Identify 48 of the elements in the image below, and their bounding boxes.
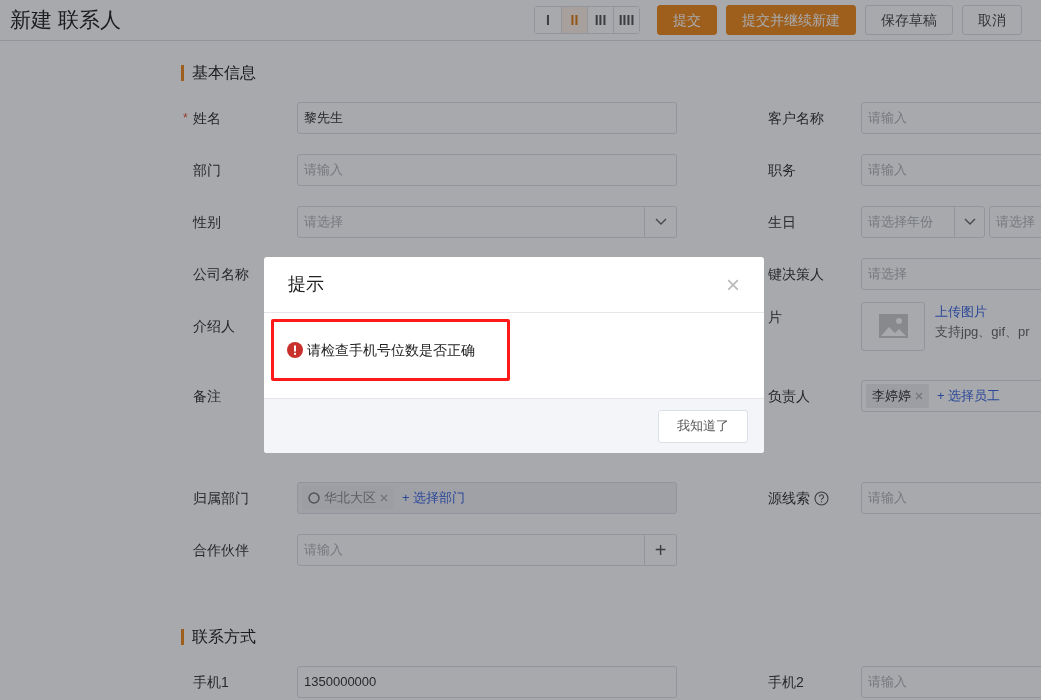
field-label: 职务 xyxy=(768,160,796,180)
error-icon xyxy=(287,342,303,358)
tag-field[interactable]: 李婷婷 + 选择员工 xyxy=(861,380,1041,412)
tag-label: 李婷婷 xyxy=(872,387,911,406)
add-link[interactable]: + 选择员工 xyxy=(937,386,1001,406)
action-button[interactable]: 提交并继续新建 xyxy=(726,5,856,35)
field-label: 合作伙伴 xyxy=(193,540,249,560)
required-mark: * xyxy=(183,110,189,127)
field-label: 性别 xyxy=(193,212,221,232)
text-field[interactable]: 黎先生 xyxy=(297,102,677,134)
circle-icon xyxy=(308,492,320,504)
help-icon[interactable] xyxy=(814,490,829,506)
field-label: 片 xyxy=(768,308,782,327)
image-upload-box[interactable] xyxy=(861,301,925,351)
column-layout-button[interactable]: IIII xyxy=(613,7,639,33)
action-button[interactable]: 保存草稿 xyxy=(865,5,953,35)
section-title: 联系方式 xyxy=(192,627,256,647)
tag-label: 华北大区 xyxy=(324,489,376,508)
field-label: 源线索 xyxy=(768,488,810,508)
image-icon xyxy=(878,314,908,338)
text-field[interactable]: 1350000000 xyxy=(297,666,677,698)
field-label: 客户名称 xyxy=(768,108,824,128)
action-button[interactable]: 提交 xyxy=(657,5,717,35)
confirm-button[interactable]: 我知道了 xyxy=(658,409,748,443)
field-label: 手机2 xyxy=(768,672,804,692)
add-button[interactable]: + xyxy=(644,535,676,565)
field-label: 公司名称 xyxy=(193,264,249,284)
field-label: 部门 xyxy=(193,160,221,180)
field-label: 手机1 xyxy=(193,672,229,692)
action-button[interactable]: 取消 xyxy=(962,5,1022,35)
chevron-down-icon xyxy=(963,218,976,226)
section-title: 基本信息 xyxy=(192,63,256,83)
field-label: 归属部门 xyxy=(193,488,249,508)
file-type-hint: 支持jpg、gif、pr xyxy=(935,322,1030,341)
field-label: 键决策人 xyxy=(768,264,824,284)
field-label: 姓名 xyxy=(193,108,221,128)
chevron-down-icon xyxy=(654,218,667,226)
page-title: 新建 联系人 xyxy=(10,7,122,34)
close-button[interactable]: × xyxy=(726,272,740,297)
field-label: 负责人 xyxy=(768,386,810,406)
close-icon[interactable] xyxy=(915,392,923,400)
field-label: 介绍人 xyxy=(193,316,235,336)
dialog-title: 提示 xyxy=(288,273,325,296)
column-layout-button[interactable]: II xyxy=(561,7,587,33)
error-message: 请检查手机号位数是否正确 xyxy=(307,340,475,360)
field-label: 生日 xyxy=(768,212,796,232)
upload-link[interactable]: 上传图片 xyxy=(935,301,1030,322)
field-label: 备注 xyxy=(193,386,221,406)
